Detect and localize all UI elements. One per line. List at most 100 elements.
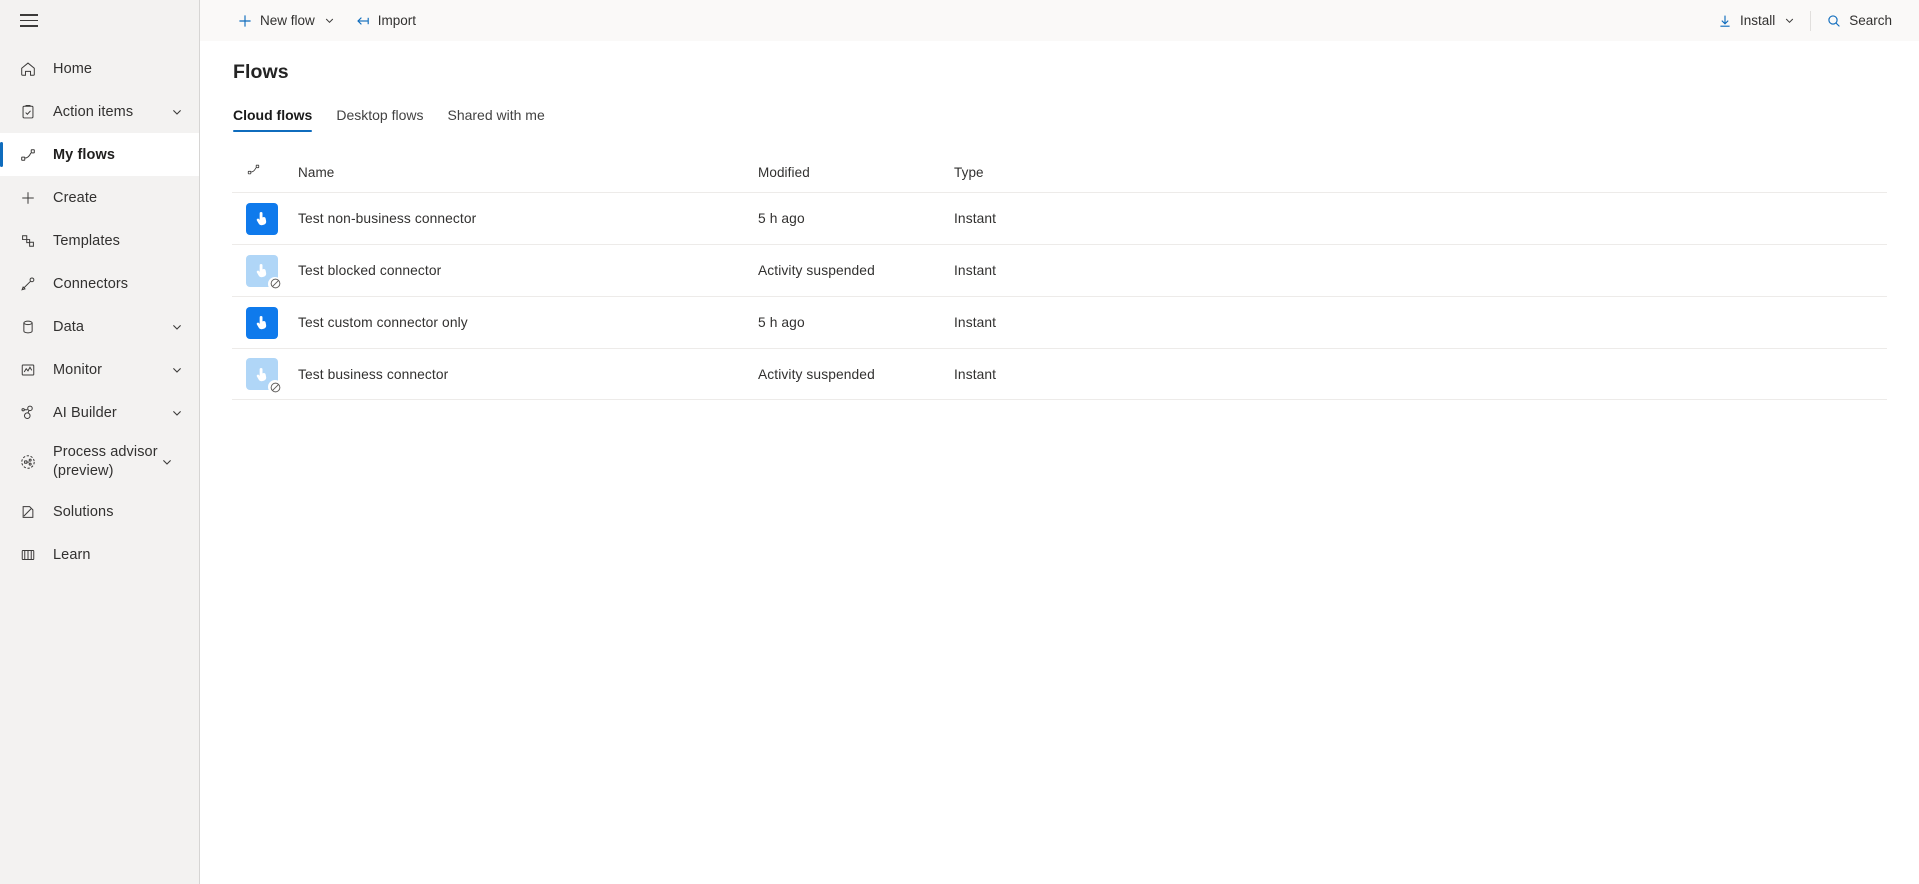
flow-type: Instant — [954, 315, 997, 330]
table-row[interactable]: Test blocked connector Activity suspende… — [232, 244, 1887, 296]
column-header-modified[interactable]: Modified — [758, 165, 954, 180]
flow-type: Instant — [954, 211, 997, 226]
app-root: Home Action items My flows Create Templa… — [0, 0, 1919, 884]
sidebar-item-label: Learn — [53, 546, 91, 563]
chevron-down-icon[interactable] — [169, 364, 185, 376]
sidebar: Home Action items My flows Create Templa… — [0, 0, 200, 884]
flow-modified: Activity suspended — [758, 263, 875, 278]
column-header-name[interactable]: Name — [298, 165, 758, 180]
suspended-block-icon — [268, 380, 282, 394]
sidebar-item-ai-builder[interactable]: AI Builder — [0, 391, 199, 434]
sidebar-item-label: AI Builder — [53, 404, 117, 421]
chevron-down-icon[interactable] — [169, 106, 185, 118]
sidebar-item-templates[interactable]: Templates — [0, 219, 199, 262]
sidebar-item-my-flows[interactable]: My flows — [0, 133, 199, 176]
column-header-type[interactable]: Type — [954, 165, 1114, 180]
flow-name[interactable]: Test custom connector only — [298, 315, 758, 330]
install-button[interactable]: Install — [1708, 5, 1804, 37]
search-button[interactable]: Search — [1817, 5, 1901, 37]
hamburger-icon[interactable] — [12, 5, 46, 37]
flow-tile-square — [246, 202, 278, 235]
sidebar-item-label: Connectors — [53, 275, 129, 292]
flow-type: Instant — [954, 263, 997, 278]
row-icon-cell — [232, 306, 298, 339]
instant-flow-icon — [246, 254, 282, 291]
sidebar-item-label: Action items — [53, 103, 134, 120]
sidebar-header — [0, 0, 199, 41]
flow-modified: Activity suspended — [758, 366, 875, 382]
sidebar-item-label: Solutions — [53, 503, 114, 520]
plus-icon — [237, 13, 253, 29]
instant-flow-icon — [246, 358, 282, 394]
table-header-row: Name Modified Type — [232, 160, 1887, 192]
command-bar: New flow Import Install Search — [200, 0, 1919, 41]
chevron-down-icon[interactable] — [324, 15, 335, 26]
sidebar-item-label: Create — [53, 189, 98, 206]
sidebar-item-label: My flows — [53, 146, 116, 163]
import-button[interactable]: Import — [346, 5, 425, 37]
ai-builder-icon — [12, 404, 44, 422]
flow-tile-square — [246, 306, 278, 339]
chevron-down-icon[interactable] — [1784, 15, 1795, 26]
tab-list: Cloud flows Desktop flows Shared with me — [233, 100, 1887, 132]
row-icon-cell — [232, 358, 298, 394]
chevron-down-icon[interactable] — [159, 456, 175, 468]
tab-label: Desktop flows — [336, 107, 424, 123]
sidebar-item-monitor[interactable]: Monitor — [0, 348, 199, 391]
flow-type-icon — [246, 162, 261, 182]
download-arrow-icon — [1717, 13, 1733, 29]
chevron-down-icon[interactable] — [169, 321, 185, 333]
main-content: New flow Import Install Search Flows Clo… — [200, 0, 1919, 884]
sidebar-item-label: Monitor — [53, 361, 103, 378]
new-flow-label: New flow — [260, 13, 315, 28]
column-header-icon — [232, 162, 298, 182]
flow-modified: 5 h ago — [758, 211, 805, 226]
learn-book-icon — [12, 546, 44, 564]
table-row[interactable]: Test non-business connector 5 h ago Inst… — [232, 192, 1887, 244]
sidebar-item-connectors[interactable]: Connectors — [0, 262, 199, 305]
sidebar-item-label: Home — [53, 60, 93, 77]
instant-flow-icon — [246, 202, 278, 235]
plus-icon — [12, 189, 44, 207]
flow-icon — [12, 146, 44, 164]
flow-modified: 5 h ago — [758, 315, 805, 330]
home-icon — [12, 60, 44, 78]
flow-name[interactable]: Test blocked connector — [298, 263, 758, 278]
sidebar-item-learn[interactable]: Learn — [0, 533, 199, 576]
sidebar-item-solutions[interactable]: Solutions — [0, 490, 199, 533]
suspended-block-icon — [268, 276, 282, 291]
sidebar-item-label: Process advisor (preview) — [53, 444, 158, 479]
tab-cloud-flows[interactable]: Cloud flows — [233, 107, 324, 132]
database-icon — [12, 318, 44, 336]
command-bar-left-group: New flow Import — [228, 5, 425, 37]
sidebar-item-home[interactable]: Home — [0, 47, 199, 90]
row-icon-cell — [232, 254, 298, 291]
clipboard-check-icon — [12, 103, 44, 121]
templates-icon — [12, 232, 44, 250]
flow-name[interactable]: Test business connector — [298, 367, 758, 382]
tab-desktop-flows[interactable]: Desktop flows — [324, 107, 435, 132]
table-row[interactable]: Test custom connector only 5 h ago Insta… — [232, 296, 1887, 348]
import-label: Import — [377, 13, 417, 28]
sidebar-nav: Home Action items My flows Create Templa… — [0, 47, 199, 576]
table-row[interactable]: Test business connector Activity suspend… — [232, 348, 1887, 400]
sidebar-item-process-advisor[interactable]: Process advisor (preview) — [0, 434, 199, 490]
chevron-down-icon[interactable] — [169, 407, 185, 419]
import-arrow-icon — [355, 13, 371, 29]
sidebar-item-data[interactable]: Data — [0, 305, 199, 348]
sidebar-item-action-items[interactable]: Action items — [0, 90, 199, 133]
process-advisor-icon — [12, 453, 44, 471]
flow-type: Instant — [954, 366, 997, 382]
command-bar-right-group: Install Search — [1708, 5, 1901, 37]
tab-label: Cloud flows — [233, 107, 313, 123]
sidebar-item-create[interactable]: Create — [0, 176, 199, 219]
tab-shared-with-me[interactable]: Shared with me — [435, 107, 556, 132]
solutions-icon — [12, 503, 44, 521]
instant-flow-icon — [246, 306, 278, 339]
flows-table: Name Modified Type Test non-business con… — [232, 160, 1887, 400]
new-flow-button[interactable]: New flow — [228, 5, 344, 37]
search-label: Search — [1849, 13, 1892, 28]
install-label: Install — [1739, 13, 1776, 28]
sidebar-item-label: Templates — [53, 232, 120, 249]
flow-name[interactable]: Test non-business connector — [298, 211, 758, 226]
